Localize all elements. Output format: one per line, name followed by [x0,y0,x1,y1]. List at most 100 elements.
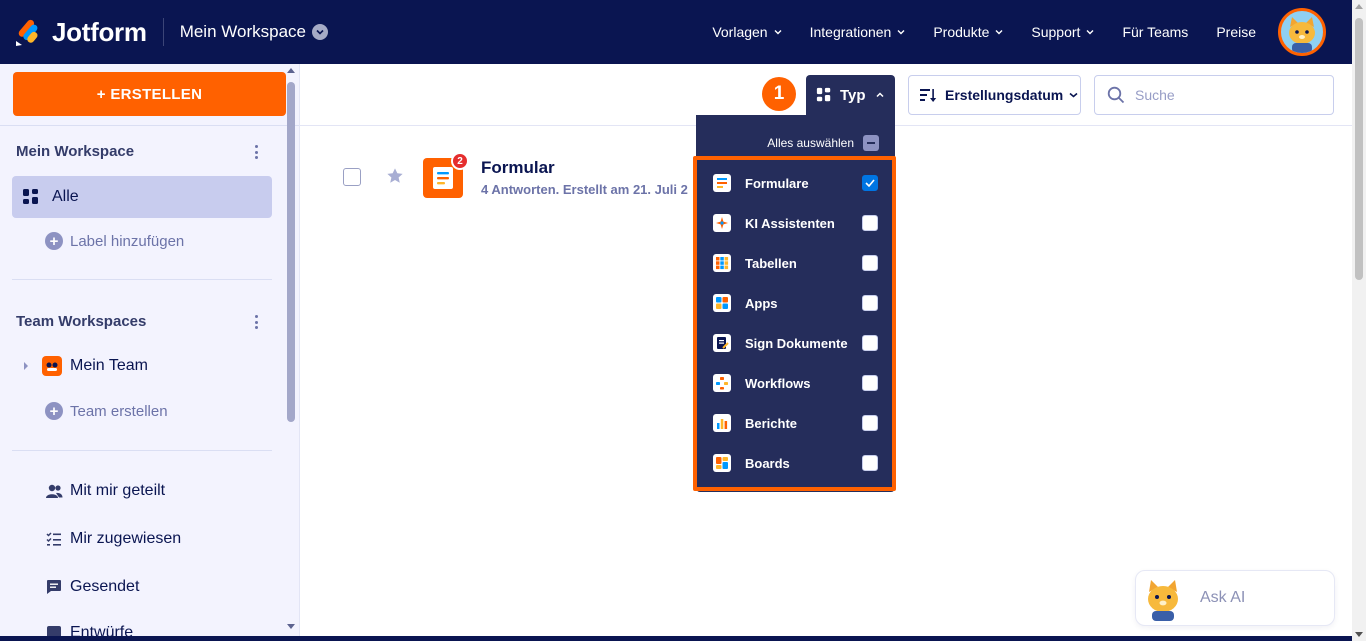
select-all-label: Alles auswählen [767,136,854,150]
nav-label: Vorlagen [712,24,768,40]
type-option-label: KI Assistenten [745,215,835,231]
add-label-text: Label hinzufügen [70,232,185,250]
nav-fuer-teams[interactable]: Für Teams [1122,24,1188,40]
type-option-checkbox[interactable] [862,375,878,391]
expand-caret-icon[interactable] [24,362,28,370]
chevron-down-icon [774,30,782,35]
my-workspace-title: Mein Workspace [16,143,135,160]
more-options-icon[interactable] [250,143,262,161]
search-box[interactable] [1094,75,1334,115]
grid-icon [816,87,831,102]
sidebar-item-all[interactable]: Alle [12,176,272,218]
mascot-icon [1289,17,1315,53]
bottom-edge [0,636,1352,641]
sidebar-link-label: Mir zugewiesen [70,530,182,547]
sort-button[interactable]: Erstellungsdatum [908,75,1081,115]
scroll-up-arrow[interactable] [1355,4,1363,9]
grid-icon [23,189,38,204]
user-avatar[interactable] [1278,8,1326,56]
sidebar-item-sent[interactable]: Gesendet [45,578,139,596]
sidebar-item-label: Alle [52,188,79,205]
add-label-button[interactable]: + Label hinzufügen [45,232,184,250]
apps-icon [713,294,731,312]
scroll-down-arrow[interactable] [1355,632,1363,637]
nav-support[interactable]: Support [1031,24,1094,40]
sidebar-link-label: Gesendet [70,578,140,595]
star-icon[interactable] [386,167,404,185]
sidebar-item-my-team[interactable]: Mein Team [24,356,148,376]
create-button[interactable]: + ERSTELLEN [13,72,286,116]
select-all-checkbox[interactable] [863,135,879,151]
sort-label: Erstellungsdatum [945,87,1064,103]
form-title[interactable]: Formular [481,158,555,178]
chevron-down-icon [1086,30,1094,35]
sidebar-item-assigned-to-me[interactable]: Mir zugewiesen [45,530,181,548]
nav-label: Preise [1216,24,1256,40]
type-option-workflows[interactable]: Workflows [700,363,889,403]
page-scrollbar[interactable] [1352,0,1366,641]
type-filter-button[interactable]: Typ [806,75,895,115]
scroll-up-arrow[interactable] [287,68,295,73]
type-filter-label: Typ [840,86,866,104]
draft-icon [45,624,63,636]
type-option-sign-documents[interactable]: Sign Dokumente [700,323,889,363]
message-icon [45,578,63,596]
type-option-label: Boards [745,455,790,471]
type-option-checkbox[interactable] [862,295,878,311]
type-option-checkbox[interactable] [862,455,878,471]
header-divider [162,18,164,46]
sidebar-item-drafts[interactable]: Entwürfe [45,624,133,636]
type-option-boards[interactable]: Boards [700,443,889,483]
type-option-label: Tabellen [745,255,797,271]
type-option-reports[interactable]: Berichte [700,403,889,443]
type-option-checkbox[interactable] [862,335,878,351]
chevron-down-icon [995,30,1003,35]
create-team-button[interactable]: + Team erstellen [45,402,168,420]
sign-document-icon [713,334,731,352]
scrollbar-thumb[interactable] [287,82,295,422]
workflow-icon [713,374,731,392]
chevron-down-icon [897,30,905,35]
nav-produkte[interactable]: Produkte [933,24,1003,40]
sidebar-divider [0,125,299,126]
workspace-name: Mein Workspace [179,22,306,41]
scrollbar-thumb[interactable] [1355,18,1363,280]
sidebar-scrollbar[interactable] [284,64,298,635]
sidebar-divider [12,450,272,451]
type-option-ai-agents[interactable]: KI Assistenten [700,203,889,243]
jotform-logo[interactable]: Jotform [14,17,147,48]
scroll-down-arrow[interactable] [287,624,295,629]
form-subtitle: 4 Antworten. Erstellt am 21. Juli 2 [481,182,688,197]
workspace-switcher[interactable]: Mein Workspace [180,22,328,42]
ask-ai-label: Ask AI [1200,589,1246,606]
ask-ai-button[interactable]: Ask AI [1135,570,1335,626]
nav-integrationen[interactable]: Integrationen [810,24,906,40]
nav-label: Integrationen [809,24,892,40]
type-option-label: Apps [745,295,778,311]
plus-icon: + [45,402,63,420]
report-icon [713,414,731,432]
type-option-apps[interactable]: Apps [700,283,889,323]
form-icon [713,174,731,192]
top-navigation-bar: Jotform Mein Workspace Vorlagen Integrat… [0,0,1352,64]
type-option-checkbox[interactable] [862,175,878,191]
nav-vorlagen[interactable]: Vorlagen [712,24,782,40]
type-option-checkbox[interactable] [862,255,878,271]
type-option-checkbox[interactable] [862,415,878,431]
row-checkbox[interactable] [343,168,361,186]
search-input[interactable] [1135,87,1315,103]
chevron-down-icon [311,24,328,40]
sidebar-item-shared-with-me[interactable]: Mit mir geteilt [45,482,165,500]
checkmark-icon [865,179,875,187]
type-option-tables[interactable]: Tabellen [700,243,889,283]
nav-label: Produkte [933,24,990,40]
nav-preise[interactable]: Preise [1216,24,1256,40]
select-all-option[interactable]: Alles auswählen [767,135,879,151]
chevron-up-icon [876,92,884,98]
nav-label: Support [1031,24,1081,40]
type-option-checkbox[interactable] [862,215,878,231]
brand-name: Jotform [52,16,147,47]
type-option-forms[interactable]: Formulare [700,163,889,203]
more-options-icon[interactable] [250,313,262,331]
ai-agent-icon [713,214,731,232]
